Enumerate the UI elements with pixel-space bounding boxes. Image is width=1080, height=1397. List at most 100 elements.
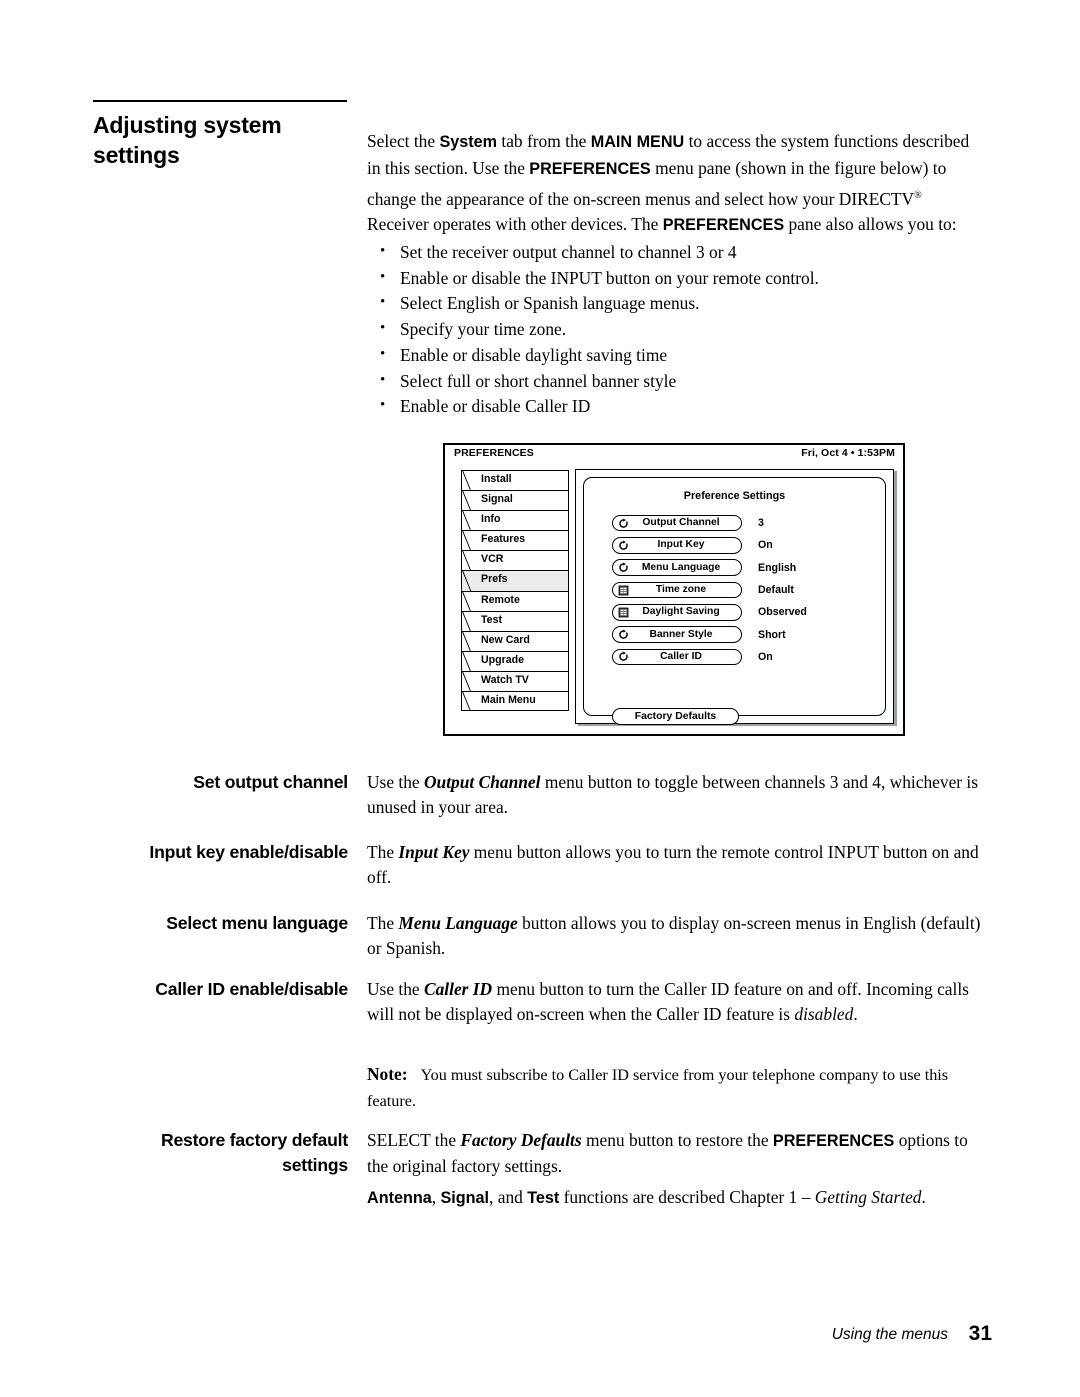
intro-paragraph: Select the System tab from the MAIN MENU… bbox=[367, 129, 987, 238]
preference-settings-pane: Preference Settings Output Channel 3 Input… bbox=[575, 469, 894, 725]
menu-tab-label: Prefs bbox=[481, 573, 508, 586]
factory-defaults-button[interactable]: Factory Defaults bbox=[612, 708, 739, 725]
test-keyword: Test bbox=[527, 1189, 560, 1207]
menu-tab-prefs[interactable]: Prefs bbox=[461, 570, 569, 591]
menu-tab-upgrade[interactable]: Upgrade bbox=[461, 650, 569, 671]
document-page: Adjusting system settings Select the Sys… bbox=[0, 0, 1080, 1397]
body-text-a: Use the bbox=[367, 772, 424, 792]
option-button-label: Caller ID bbox=[660, 650, 702, 662]
body-text-a: The bbox=[367, 842, 399, 862]
tab-notch-icon bbox=[462, 491, 479, 511]
menu-tab-install[interactable]: Install bbox=[461, 470, 569, 491]
option-button-output-channel[interactable]: Output Channel bbox=[612, 514, 742, 532]
menu-tab-signal[interactable]: Signal bbox=[461, 490, 569, 511]
preference-option-row: Menu Language English bbox=[612, 557, 882, 579]
tab-notch-icon bbox=[462, 611, 479, 631]
preference-option-row: Input Key On bbox=[612, 534, 882, 556]
intro-text-c: tab from the bbox=[497, 131, 591, 152]
bullet-list: Set the receiver output channel to chann… bbox=[367, 239, 987, 420]
option-value: Short bbox=[758, 628, 786, 641]
menu-tab-vcr[interactable]: VCR bbox=[461, 550, 569, 571]
body-text-a: SELECT the bbox=[367, 1130, 461, 1150]
section-term: Restore factory default settings bbox=[60, 1128, 348, 1179]
option-button-caller-id[interactable]: Caller ID bbox=[612, 648, 742, 666]
preference-option-row: Time zone Default bbox=[612, 579, 882, 601]
menu-button-name: Input Key bbox=[398, 842, 470, 862]
menu-tab-list: Install Signal Info Features VCR Prefs Remote T… bbox=[461, 470, 569, 712]
preference-option-row: Caller ID On bbox=[612, 646, 882, 668]
menu-tab-watch-tv[interactable]: Watch TV bbox=[461, 670, 569, 692]
note-body: Note: You must subscribe to Caller ID se… bbox=[367, 1062, 992, 1115]
option-button-time-zone[interactable]: Time zone bbox=[612, 581, 742, 599]
page-title-line2: settings bbox=[93, 142, 180, 168]
tab-notch-icon bbox=[462, 511, 479, 531]
preference-option-rows: Output Channel 3 Input Key On Menu Language E… bbox=[612, 512, 882, 668]
section-body: Use the Output Channel menu button to to… bbox=[367, 770, 992, 821]
option-button-menu-language[interactable]: Menu Language bbox=[612, 559, 742, 576]
option-button-label: Time zone bbox=[655, 584, 707, 596]
intro-system-keyword: System bbox=[439, 133, 498, 152]
option-value: 3 bbox=[758, 517, 764, 530]
section-term: Set output channel bbox=[193, 772, 348, 792]
tab-notch-icon bbox=[462, 591, 479, 611]
option-button-banner-style[interactable]: Banner Style bbox=[612, 626, 742, 643]
cycle-arrow-icon bbox=[613, 540, 629, 551]
factory-defaults-wrap: Factory Defaults bbox=[612, 708, 739, 725]
section-body: The Input Key menu button allows you to … bbox=[367, 840, 992, 891]
menu-tab-main-menu[interactable]: Main Menu bbox=[461, 691, 569, 712]
list-item: Enable or disable daylight saving time bbox=[367, 342, 987, 369]
intro-text-a: Select the bbox=[367, 131, 440, 152]
menu-button-name: Menu Language bbox=[398, 913, 518, 933]
page-footer: Using the menus 31 bbox=[0, 1322, 1080, 1356]
preference-option-row: Output Channel 3 bbox=[612, 512, 882, 534]
tab-notch-icon bbox=[462, 692, 479, 711]
tab-notch-icon bbox=[462, 531, 479, 551]
section-term-line1: Restore factory default bbox=[160, 1130, 348, 1150]
list-item: Select English or Spanish language menus… bbox=[367, 290, 987, 317]
preferences-keyword: PREFERENCES bbox=[772, 1132, 895, 1150]
tv-screen-frame: PREFERENCES Fri, Oct 4 • 1:53PM Install S… bbox=[443, 443, 905, 736]
closing-sep-2: , and bbox=[489, 1187, 528, 1207]
menu-tab-remote[interactable]: Remote bbox=[461, 590, 569, 611]
option-button-label: Daylight Saving bbox=[642, 606, 720, 618]
intro-mainmenu-keyword: MAIN MENU bbox=[590, 133, 685, 152]
section-term: Input key enable/disable bbox=[149, 842, 348, 862]
option-button-label: Input Key bbox=[657, 539, 705, 551]
option-button-daylight-saving[interactable]: Daylight Saving bbox=[612, 604, 742, 621]
closing-tail: functions are described Chapter 1 – bbox=[559, 1187, 815, 1207]
cycle-arrow-icon bbox=[613, 518, 629, 529]
menu-tab-test[interactable]: Test bbox=[461, 610, 569, 631]
note-label: Note: bbox=[367, 1064, 408, 1084]
antenna-keyword: Antenna bbox=[367, 1189, 432, 1207]
menu-tab-label: VCR bbox=[481, 553, 504, 566]
section-body: The Menu Language button allows you to d… bbox=[367, 911, 992, 962]
intro-text-h: Receiver operates with other devices. Th… bbox=[367, 213, 663, 234]
tab-notch-icon bbox=[462, 651, 479, 671]
cycle-arrow-icon bbox=[613, 629, 629, 640]
option-value: English bbox=[758, 561, 797, 574]
menu-tab-features[interactable]: Features bbox=[461, 530, 569, 551]
body-text-b: menu button to restore the bbox=[581, 1130, 773, 1150]
menu-tab-info[interactable]: Info bbox=[461, 510, 569, 531]
footer-label: Using the menus bbox=[831, 1326, 948, 1343]
pane-inner-border: Preference Settings Output Channel 3 Input… bbox=[583, 477, 886, 725]
option-button-label: Menu Language bbox=[641, 561, 721, 573]
page-title: Adjusting system settings bbox=[60, 110, 348, 170]
menu-tab-label: Watch TV bbox=[481, 673, 529, 686]
tab-notch-icon bbox=[462, 671, 479, 692]
pane-title: Preference Settings bbox=[683, 490, 786, 502]
list-item: Specify your time zone. bbox=[367, 316, 987, 343]
tab-notch-icon bbox=[462, 631, 479, 651]
menu-tab-label: Signal bbox=[481, 493, 513, 506]
feature-bullet-list: Set the receiver output channel to chann… bbox=[367, 239, 987, 420]
body-text-a: Use the bbox=[367, 979, 424, 999]
menu-button-name: Output Channel bbox=[424, 772, 541, 792]
menu-tab-new-card[interactable]: New Card bbox=[461, 630, 569, 651]
menu-tab-label: Upgrade bbox=[481, 653, 524, 666]
preferences-screen-figure: PREFERENCES Fri, Oct 4 • 1:53PM Install S… bbox=[443, 443, 905, 736]
option-button-input-key[interactable]: Input Key bbox=[612, 537, 742, 554]
cycle-arrow-icon bbox=[613, 651, 629, 662]
list-item: Enable or disable the INPUT button on yo… bbox=[367, 265, 987, 292]
option-value: Default bbox=[758, 584, 794, 597]
note-spacer bbox=[408, 1064, 421, 1084]
